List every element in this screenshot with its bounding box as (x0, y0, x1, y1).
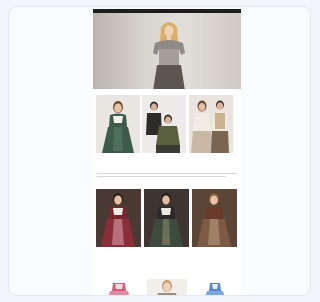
hero-model-image (153, 22, 185, 89)
product-card[interactable] (96, 189, 141, 247)
model-photo-image (147, 279, 187, 295)
category-card-men[interactable] (142, 95, 186, 153)
product-card[interactable] (144, 189, 189, 247)
new-product-card[interactable] (195, 279, 235, 295)
product-card[interactable] (192, 189, 237, 247)
women-dirndl-image (96, 95, 140, 153)
new-arrivals-tabs (97, 271, 109, 273)
men-tracht-image (142, 95, 186, 153)
category-card-couple[interactable] (189, 95, 233, 153)
hero-banner[interactable] (93, 13, 241, 89)
blue-dirndl-image (195, 279, 235, 295)
website-screenshot[interactable] (93, 9, 241, 295)
red-dirndl-image (96, 189, 141, 247)
dark-dirndl-image (144, 189, 189, 247)
category-card-women[interactable] (96, 95, 140, 153)
section-description (97, 173, 237, 183)
preview-card (8, 6, 311, 296)
couple-tracht-image (189, 95, 233, 153)
pink-dirndl-image (99, 279, 139, 295)
new-product-card[interactable] (147, 279, 187, 295)
new-product-card[interactable] (99, 279, 139, 295)
autumn-dirndl-image (192, 189, 237, 247)
